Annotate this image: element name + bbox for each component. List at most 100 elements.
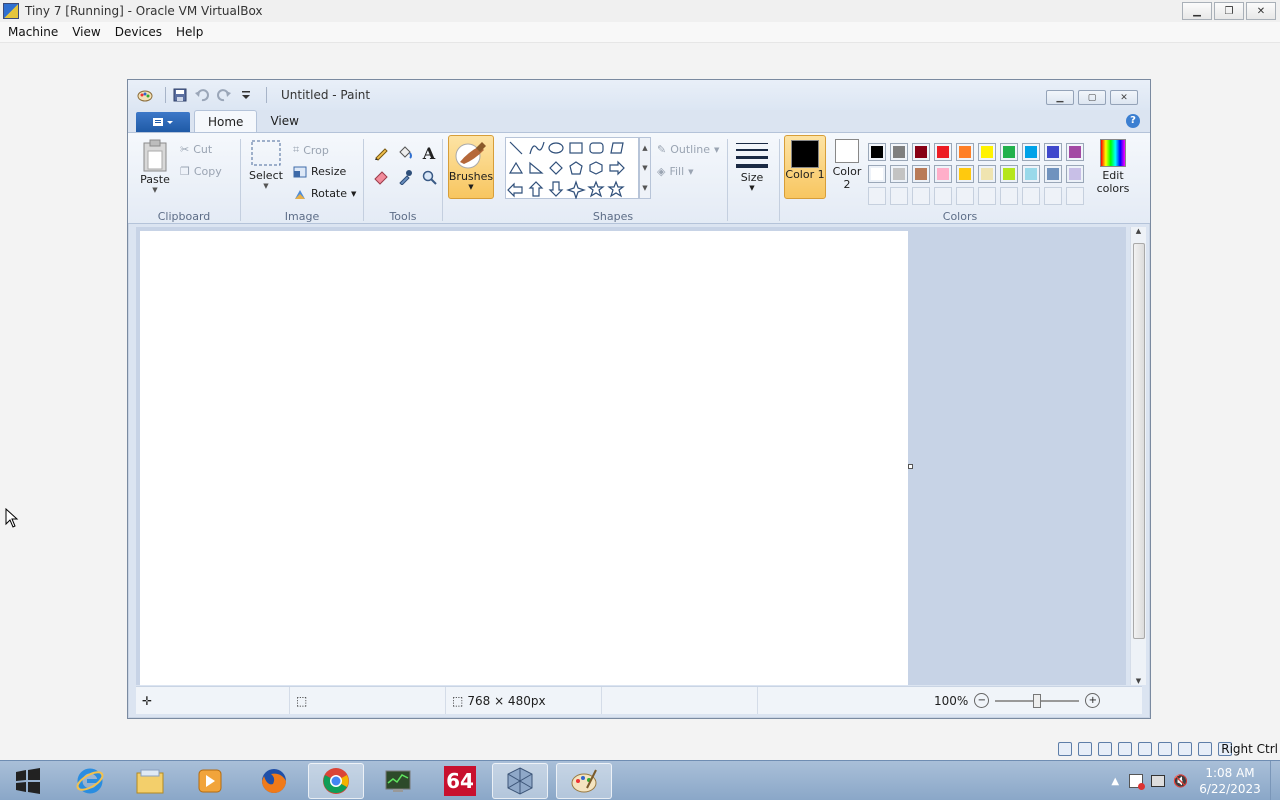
canvas-area[interactable]	[136, 227, 1126, 685]
cut-button[interactable]: ✂ Cut	[180, 143, 212, 156]
show-desktop-button[interactable]	[1270, 761, 1280, 800]
palette-swatch[interactable]	[934, 165, 952, 183]
select-button[interactable]: Select ▼	[249, 139, 283, 190]
shared-folders-icon[interactable]	[1138, 742, 1152, 756]
custom-color-slot[interactable]	[1066, 187, 1084, 205]
custom-color-slot[interactable]	[1044, 187, 1062, 205]
palette-swatch[interactable]	[868, 143, 886, 161]
display-icon[interactable]	[1158, 742, 1172, 756]
action-center-icon[interactable]	[1129, 774, 1146, 790]
clock[interactable]: 1:08 AM 6/22/2023	[1194, 765, 1266, 797]
palette-swatch[interactable]	[1022, 143, 1040, 161]
palette-swatch[interactable]	[956, 143, 974, 161]
paint-minimize-button[interactable]: ▁	[1046, 90, 1074, 105]
shapes-icons[interactable]	[507, 139, 629, 199]
start-button[interactable]	[6, 763, 50, 799]
custom-color-slot[interactable]	[868, 187, 886, 205]
palette-swatch[interactable]	[1066, 143, 1084, 161]
restore-button[interactable]: ❐	[1214, 2, 1244, 20]
redo-icon[interactable]	[216, 87, 232, 103]
canvas-resize-handle[interactable]	[908, 464, 913, 469]
custom-color-slot[interactable]	[934, 187, 952, 205]
palette-swatch[interactable]	[1000, 143, 1018, 161]
tab-view[interactable]: View	[257, 110, 311, 132]
custom-color-slot[interactable]	[978, 187, 996, 205]
zoom-out-button[interactable]: −	[974, 693, 990, 708]
save-icon[interactable]	[172, 87, 188, 103]
shapes-scroll[interactable]: ▲ ▼ ▼	[639, 137, 651, 199]
recording-icon[interactable]	[1178, 742, 1192, 756]
custom-color-slot[interactable]	[912, 187, 930, 205]
paint-app-icon[interactable]	[137, 87, 153, 103]
edit-colors-button[interactable]: Edit colors	[1092, 139, 1134, 195]
taskbar-chrome[interactable]	[308, 763, 364, 799]
color2-button[interactable]: Color 2	[830, 139, 864, 191]
paint-close-button[interactable]: ✕	[1110, 90, 1138, 105]
taskbar-virtualbox[interactable]	[492, 763, 548, 799]
vertical-scrollbar[interactable]: ▲ ▼	[1130, 227, 1146, 685]
color-picker-tool[interactable]	[394, 167, 416, 187]
undo-icon[interactable]	[194, 87, 210, 103]
resize-button[interactable]: Resize	[293, 165, 346, 178]
color1-button[interactable]: Color 1	[784, 135, 826, 199]
scroll-up-icon[interactable]: ▲	[1131, 227, 1146, 235]
palette-swatch[interactable]	[890, 165, 908, 183]
palette-swatch[interactable]	[1044, 143, 1062, 161]
palette-swatch[interactable]	[1066, 165, 1084, 183]
palette-swatch[interactable]	[1044, 165, 1062, 183]
text-tool[interactable]: A	[418, 143, 440, 163]
drawing-canvas[interactable]	[140, 231, 908, 685]
tab-home[interactable]: Home	[194, 110, 258, 132]
crop-button[interactable]: ⌗ Crop	[293, 143, 329, 157]
palette-swatch[interactable]	[868, 165, 886, 183]
copy-button[interactable]: ❐ Copy	[180, 165, 222, 178]
palette-swatch[interactable]	[934, 143, 952, 161]
help-icon[interactable]: ?	[1126, 114, 1140, 128]
minimize-button[interactable]: ▁	[1182, 2, 1212, 20]
menu-devices[interactable]: Devices	[109, 25, 168, 39]
audio-icon[interactable]	[1098, 742, 1112, 756]
fill-button[interactable]: ◈ Fill ▼	[657, 165, 694, 178]
custom-color-slot[interactable]	[956, 187, 974, 205]
paint-maximize-button[interactable]: ▢	[1078, 90, 1106, 105]
menu-machine[interactable]: Machine	[2, 25, 64, 39]
customize-quick-access-icon[interactable]	[238, 87, 254, 103]
palette-swatch[interactable]	[1000, 165, 1018, 183]
rotate-button[interactable]: Rotate ▼	[293, 187, 356, 200]
network-tray-icon[interactable]	[1151, 775, 1166, 787]
palette-swatch[interactable]	[890, 143, 908, 161]
zoom-in-button[interactable]: +	[1085, 693, 1101, 708]
menu-help[interactable]: Help	[170, 25, 209, 39]
pencil-tool[interactable]	[370, 143, 392, 163]
taskbar-file-explorer[interactable]	[122, 763, 178, 799]
zoom-slider[interactable]	[995, 693, 1080, 708]
taskbar-internet-explorer[interactable]	[62, 763, 118, 799]
palette-swatch[interactable]	[912, 143, 930, 161]
scroll-down-icon[interactable]: ▼	[1131, 677, 1146, 685]
custom-color-slot[interactable]	[1022, 187, 1040, 205]
eraser-tool[interactable]	[370, 167, 392, 187]
close-button[interactable]: ✕	[1246, 2, 1276, 20]
taskbar-paint[interactable]	[556, 763, 612, 799]
taskbar-task-manager[interactable]	[370, 763, 426, 799]
fill-tool[interactable]	[394, 143, 416, 163]
palette-swatch[interactable]	[912, 165, 930, 183]
hard-disk-icon[interactable]	[1058, 742, 1072, 756]
menu-view[interactable]: View	[66, 25, 106, 39]
palette-swatch[interactable]	[1022, 165, 1040, 183]
taskbar-aida64[interactable]: 64	[432, 763, 488, 799]
taskbar-media-player[interactable]	[182, 763, 238, 799]
optical-drive-icon[interactable]	[1078, 742, 1092, 756]
palette-swatch[interactable]	[978, 165, 996, 183]
brushes-button[interactable]: Brushes ▼	[448, 135, 494, 199]
magnifier-tool[interactable]	[418, 167, 440, 187]
paste-button[interactable]: Paste ▼	[140, 139, 170, 194]
network-icon[interactable]	[1118, 742, 1132, 756]
outline-button[interactable]: ✎ Outline ▼	[657, 143, 719, 156]
palette-swatch[interactable]	[978, 143, 996, 161]
custom-color-slot[interactable]	[890, 187, 908, 205]
mouse-integration-icon[interactable]	[1198, 742, 1212, 756]
taskbar-firefox[interactable]	[246, 763, 302, 799]
paint-menu-button[interactable]	[136, 112, 190, 132]
scrollbar-thumb[interactable]	[1133, 243, 1145, 639]
